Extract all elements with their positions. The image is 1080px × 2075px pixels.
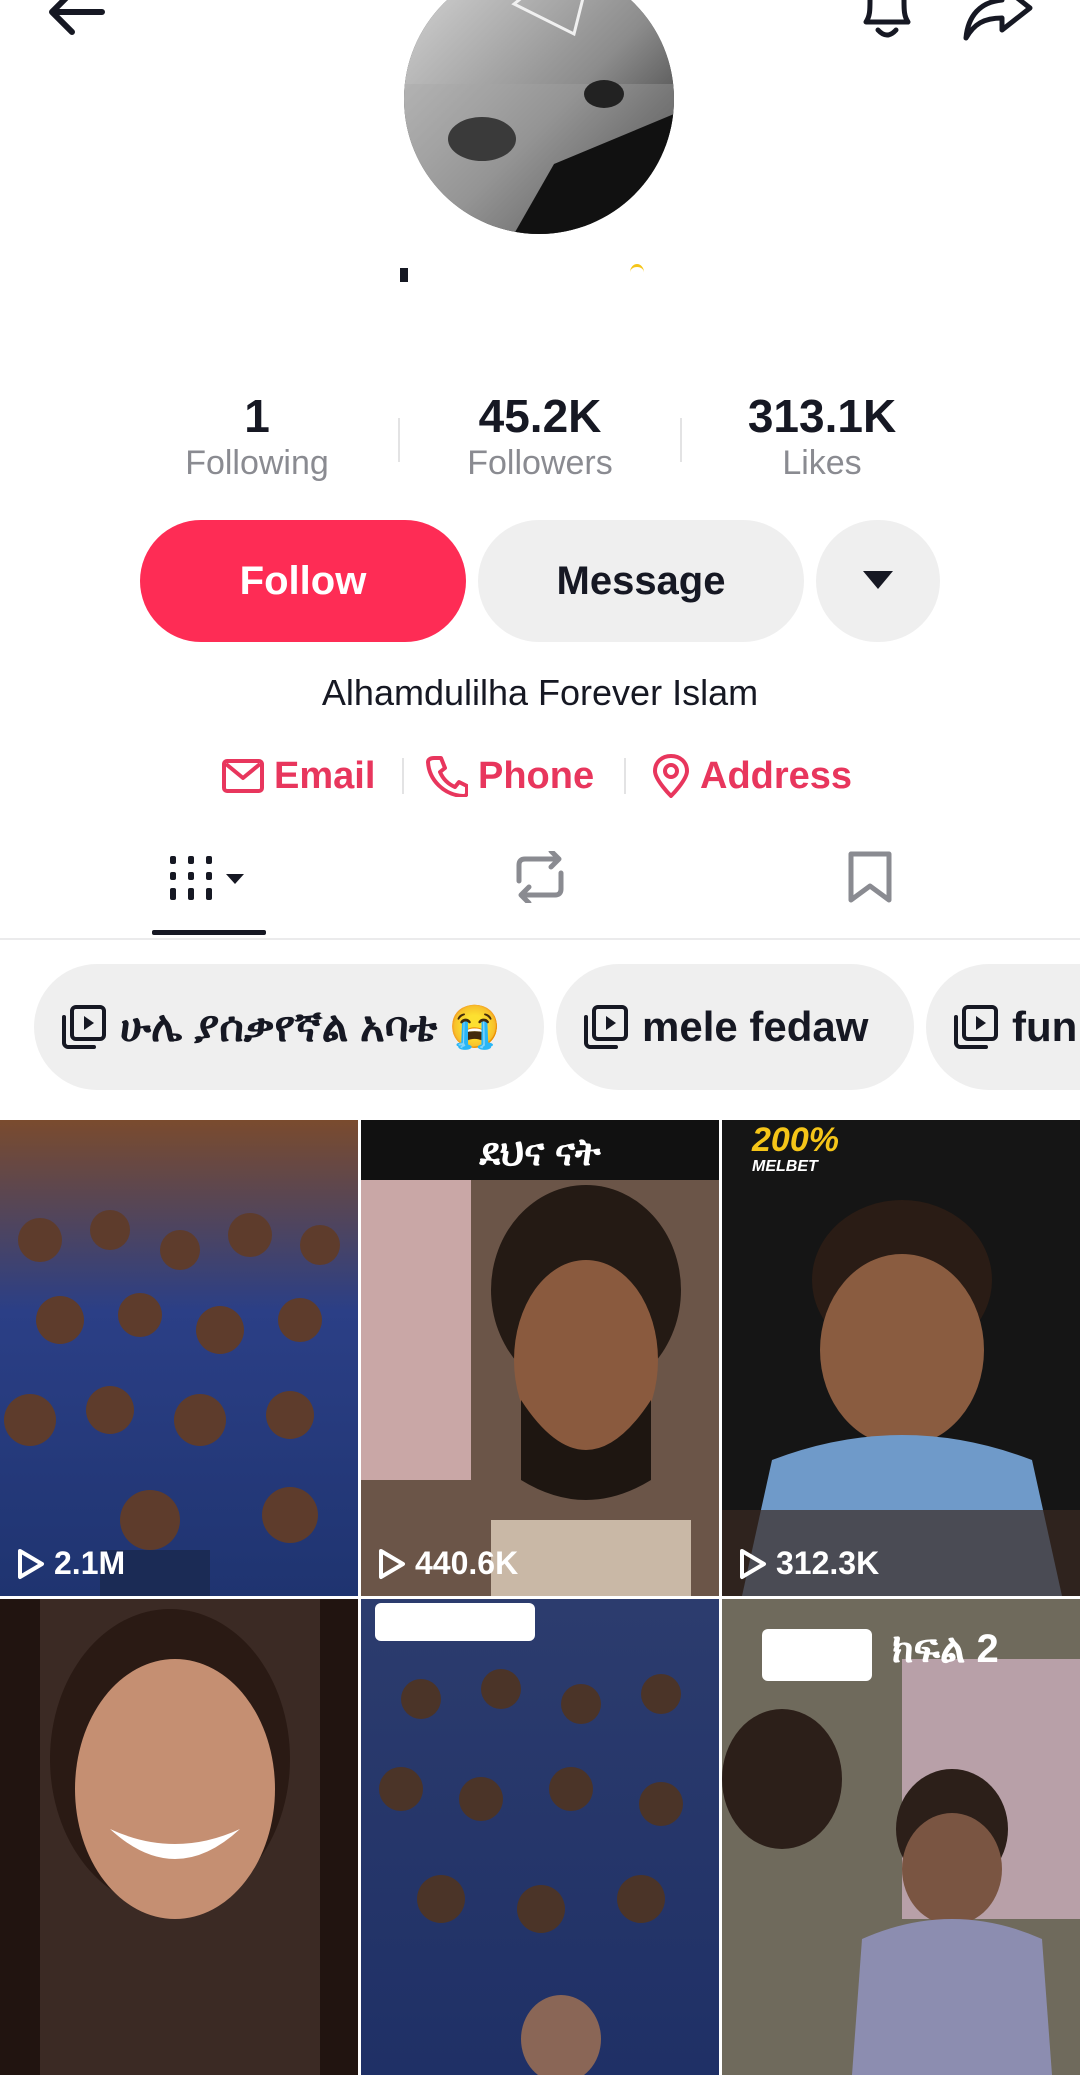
followers-label: Followers [467,444,613,482]
username-fragment [400,268,408,282]
followers-count: 45.2K [478,390,602,442]
stat-divider [398,418,400,462]
playlist-label: fun [1012,1003,1078,1050]
video-thumbnail[interactable] [0,1599,358,2075]
phone-icon [426,756,468,797]
profile-bio: Alhamdulilha Forever Islam [321,672,759,713]
promo-badge-value: 200% [752,1121,839,1159]
notification-button[interactable] [852,0,922,46]
repost-icon [516,851,564,903]
phone-link[interactable]: Phone [426,748,594,804]
play-outline-icon [740,1548,766,1579]
contact-separator [624,758,626,794]
video-thumbnail[interactable] [361,1599,719,2075]
promo-badge-brand: MELBET [752,1158,818,1175]
avatar-image [404,0,674,234]
following-label: Following [185,444,329,482]
likes-label: Likes [782,444,862,482]
play-outline-icon [18,1548,44,1579]
email-label: Email [274,754,376,797]
email-link[interactable]: Email [222,748,375,804]
promo-badge: 200% MELBET [752,1122,839,1176]
video-thumbnail[interactable]: ደህና ናት 440.6K [361,1120,719,1596]
grid-icon [170,856,244,900]
playlist-icon [62,1005,106,1049]
content-tabs [0,818,1080,940]
share-arrow-icon [963,0,1033,41]
tab-reposts[interactable] [480,818,600,936]
phone-label: Phone [478,754,595,797]
verified-spinner [630,264,644,281]
profile-avatar[interactable] [404,0,674,234]
stat-likes[interactable]: 313.1K Likes [712,390,932,484]
playlist-icon [954,1005,998,1049]
playlist-label: mele fedaw [642,1003,869,1050]
caret-down-icon [863,571,893,589]
view-count: 440.6K [377,1545,518,1582]
playlist-chip[interactable]: ሁሌ ያሰቃየኛል አባቴ 😭 [34,964,544,1090]
back-button[interactable] [40,0,112,46]
thumbnail-image [0,1599,358,2075]
view-count: 312.3K [738,1545,879,1582]
follow-button[interactable]: Follow [140,520,466,642]
profile-stats: 1 Following 45.2K Followers 313.1K Likes [0,390,1080,490]
playlist-label: ሁሌ ያሰቃየኛል አባቴ 😭 [120,1002,502,1050]
play-outline-icon [379,1548,405,1579]
thumbnail-image [4,1210,340,1596]
contact-links: Email Phone Address [0,748,1080,804]
bookmark-icon [848,851,892,903]
video-caption: ክፍል 2 [892,1627,999,1671]
more-options-button[interactable] [816,520,940,642]
address-label: Address [700,754,853,797]
video-caption: ደህና ናት [479,1132,601,1174]
location-pin-icon [653,754,689,798]
view-count-label: 440.6K [415,1545,519,1581]
thumbnail-image [722,1200,1080,1596]
share-button[interactable] [962,0,1036,46]
view-count-label: 312.3K [776,1545,880,1581]
video-thumbnail[interactable]: 2.1M [0,1120,358,1596]
active-tab-indicator [152,930,266,935]
arrow-left-icon [49,0,105,35]
likes-count: 313.1K [747,390,897,442]
tab-videos[interactable] [150,818,268,936]
stat-followers[interactable]: 45.2K Followers [430,390,650,484]
contact-separator [402,758,404,794]
stat-following[interactable]: 1 Following [147,390,367,484]
playlist-chip[interactable]: mele fedaw [556,964,914,1090]
address-link[interactable]: Address [652,748,852,804]
video-thumbnail[interactable]: 200% MELBET 312.3K [722,1120,1080,1596]
playlist-chip[interactable]: fun [926,964,1080,1090]
message-button[interactable]: Message [478,520,804,642]
tab-saved[interactable] [810,818,930,936]
mail-icon [222,759,264,793]
thumbnail-image [361,1180,719,1596]
view-count-label: 2.1M [54,1545,126,1581]
view-count: 2.1M [16,1545,125,1582]
playlist-chips: ሁሌ ያሰቃየኛል አባቴ 😭 mele fedaw fun [0,964,1080,1092]
bell-icon [863,0,911,38]
stat-divider [680,418,682,462]
playlist-icon [584,1005,628,1049]
following-count: 1 [244,390,270,442]
video-thumbnail[interactable]: ክፍል 2 [722,1599,1080,2075]
thumbnail-image [375,1603,683,2075]
